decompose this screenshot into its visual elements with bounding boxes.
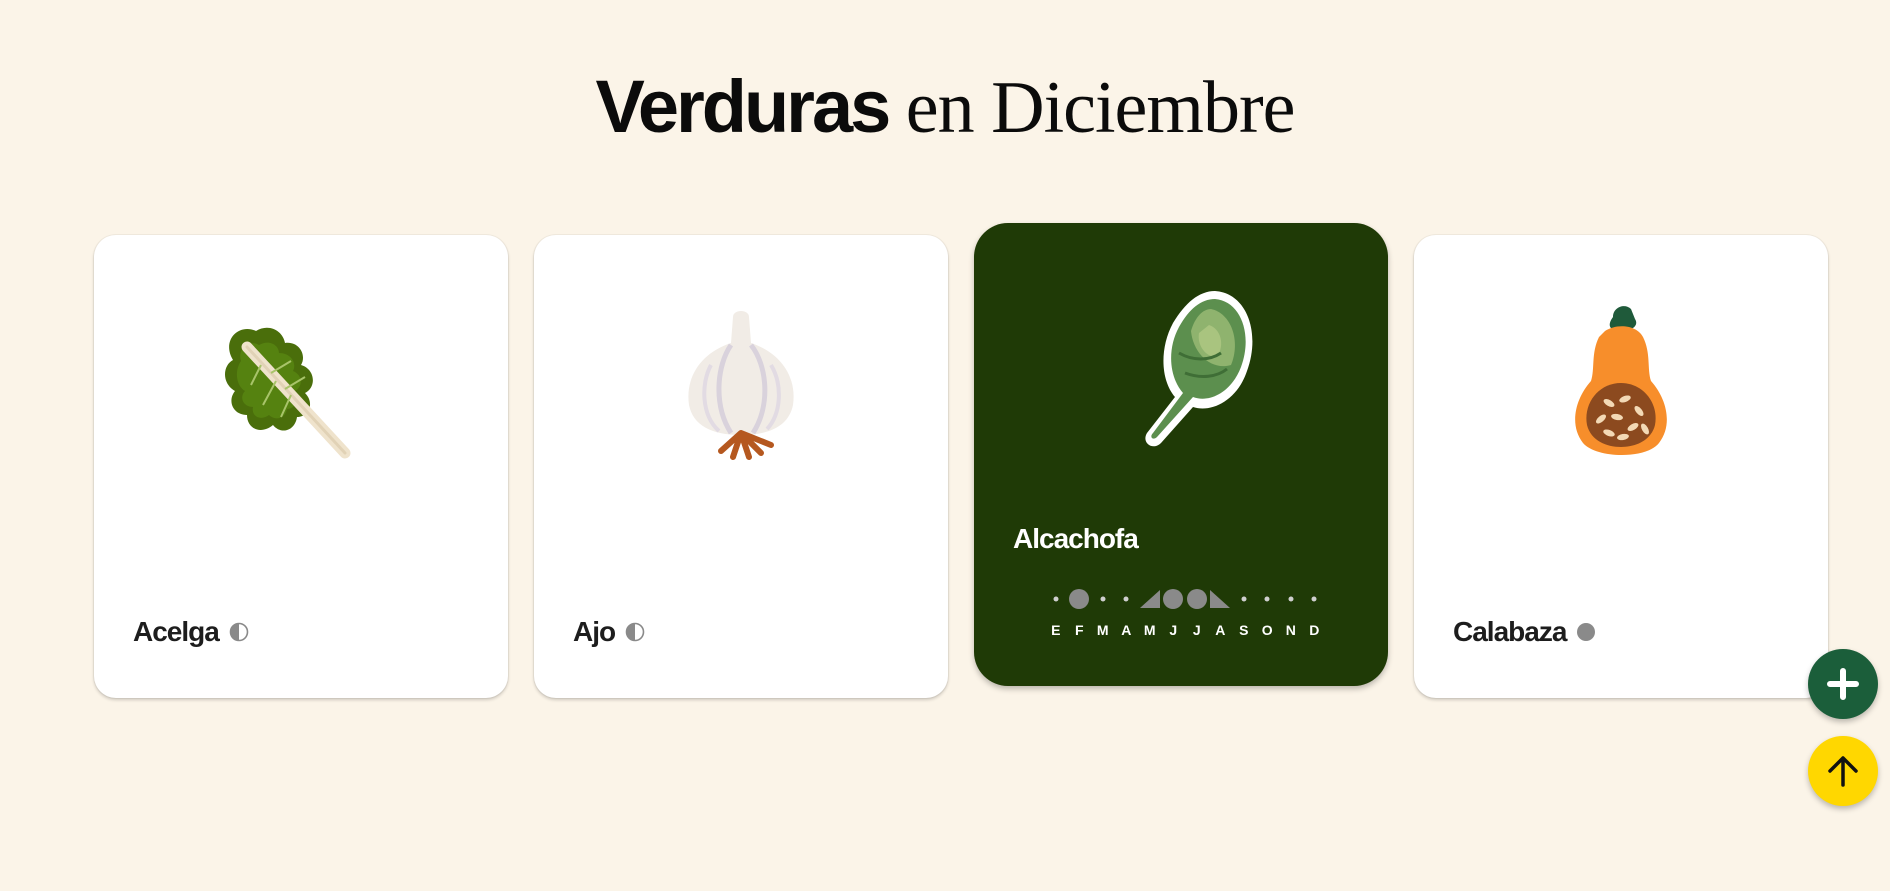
card-label: Alcachofa — [1013, 523, 1139, 555]
season-level-dec — [1303, 586, 1327, 612]
season-level-feb — [1068, 586, 1092, 612]
full-season-icon — [1577, 623, 1596, 641]
vegetable-card-ajo[interactable]: Ajo — [534, 235, 948, 698]
season-level-nov — [1279, 586, 1303, 612]
season-level-jan — [1044, 586, 1068, 612]
garlic-illustration — [688, 311, 794, 460]
month-letters: E F M A M J J A S O N D — [1044, 622, 1344, 638]
add-button[interactable] — [1808, 649, 1878, 719]
month-letter: N — [1285, 622, 1296, 638]
card-name: Calabaza — [1453, 616, 1567, 647]
season-level-jul — [1185, 586, 1209, 612]
vegetable-card-alcachofa[interactable]: Alcachofa E F M A M J J A S O N D — [974, 223, 1388, 686]
month-letter: E — [1051, 622, 1061, 638]
season-level-oct — [1256, 586, 1280, 612]
month-letter: A — [1121, 622, 1132, 638]
card-name: Alcachofa — [1013, 523, 1139, 554]
season-level-row — [1044, 586, 1344, 612]
artichoke-illustration — [1145, 291, 1253, 447]
chard-illustration — [225, 327, 351, 459]
month-letter: F — [1074, 622, 1084, 638]
page-title: Verduras en Diciembre — [0, 62, 1890, 153]
scroll-top-button[interactable] — [1808, 736, 1878, 806]
month-letter: D — [1309, 622, 1320, 638]
season-level-apr — [1115, 586, 1139, 612]
month-letter: A — [1215, 622, 1226, 638]
card-name: Acelga — [133, 616, 220, 647]
month-letter: O — [1261, 622, 1273, 638]
season-level-sep — [1232, 586, 1256, 612]
card-label: Ajo — [573, 616, 645, 648]
season-level-mar — [1091, 586, 1115, 612]
page-title-light: en Diciembre — [888, 67, 1296, 149]
half-season-icon — [625, 622, 645, 642]
plus-icon — [1827, 668, 1859, 700]
month-letter: J — [1169, 622, 1178, 638]
month-letter: M — [1096, 622, 1109, 638]
season-calendar: E F M A M J J A S O N D — [1044, 586, 1344, 638]
vegetable-card-calabaza[interactable]: Calabaza — [1414, 235, 1828, 698]
squash-illustration — [1575, 306, 1667, 455]
card-label: Acelga — [133, 616, 249, 648]
season-level-may — [1138, 586, 1162, 612]
arrow-up-icon — [1828, 756, 1858, 787]
month-letter: M — [1143, 622, 1156, 638]
season-level-aug — [1209, 586, 1233, 612]
card-name: Ajo — [573, 616, 616, 647]
season-level-jun — [1162, 586, 1186, 612]
half-season-icon — [229, 622, 249, 642]
vegetable-card-acelga[interactable]: Acelga — [94, 235, 508, 698]
month-letter: S — [1239, 622, 1249, 638]
card-label: Calabaza — [1453, 616, 1596, 648]
page-title-strong: Verduras — [595, 65, 892, 148]
month-letter: J — [1192, 622, 1201, 638]
